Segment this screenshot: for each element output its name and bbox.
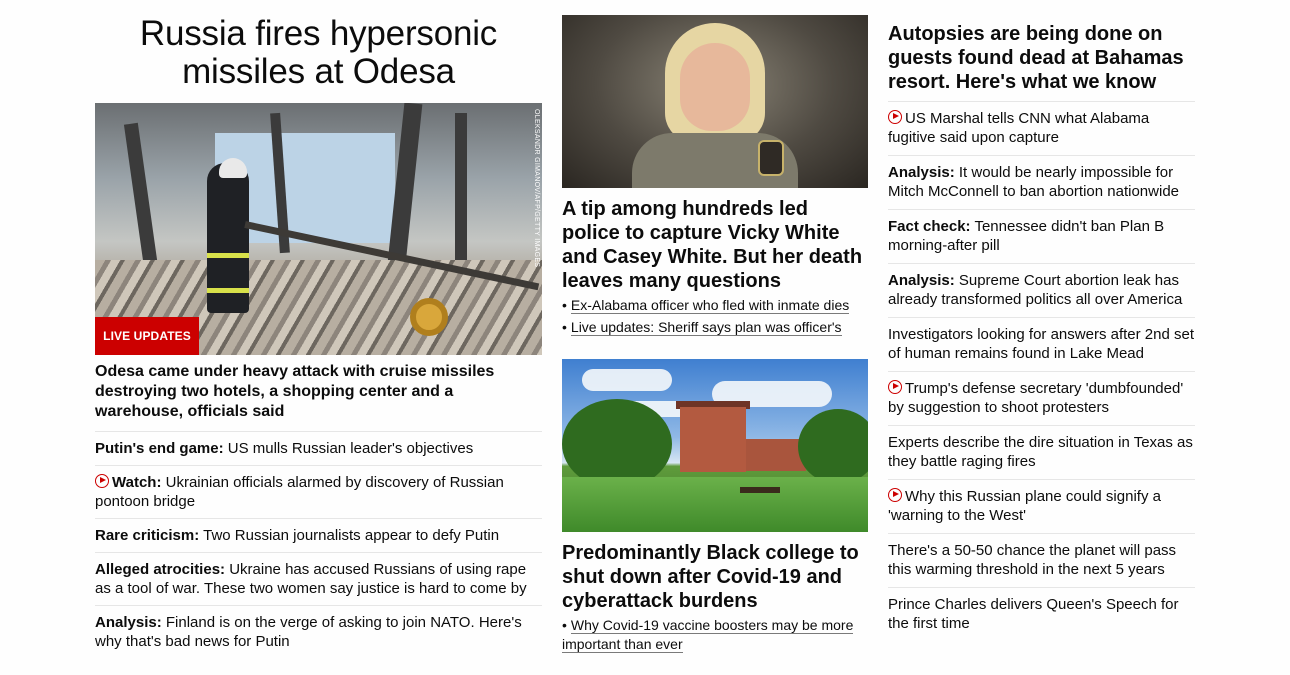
story-prefix: Watch: (112, 474, 162, 491)
headline-vicky-white[interactable]: A tip among hundreds led police to captu… (562, 197, 868, 293)
image-credit: OLEKSANDR GIMANOV/AFP/GETTY IMAGES (533, 109, 540, 268)
image-helmet (219, 158, 247, 178)
image-badge-patch (758, 140, 784, 176)
story-item[interactable]: Putin's end game: US mulls Russian leade… (95, 432, 542, 466)
headline-bahamas-autopsies[interactable]: Autopsies are being done on guests found… (888, 22, 1195, 102)
related-stories-list: Putin's end game: US mulls Russian leade… (95, 432, 542, 658)
image-beam (455, 113, 467, 283)
story-text[interactable]: There's a 50-50 chance the planet will p… (888, 542, 1176, 578)
story-prefix: Putin's end game: (95, 440, 224, 457)
story-item[interactable]: Prince Charles delivers Queen's Speech f… (888, 588, 1195, 641)
lead-summary-link[interactable]: Odesa came under heavy attack with cruis… (95, 362, 542, 432)
right-column: Autopsies are being done on guests found… (888, 0, 1195, 641)
story-item[interactable]: Analysis: It would be nearly impossible … (888, 156, 1195, 210)
image-building-wing (746, 439, 806, 471)
story-item[interactable]: US Marshal tells CNN what Alabama fugiti… (888, 102, 1195, 156)
story-item[interactable]: Alleged atrocities: Ukraine has accused … (95, 553, 542, 606)
image-reflective-stripe (207, 288, 249, 293)
story-item[interactable]: Experts describe the dire situation in T… (888, 426, 1195, 480)
story-item[interactable]: Rare criticism: Two Russian journalists … (95, 519, 542, 553)
bullet-link-text[interactable]: Why Covid-19 vaccine boosters may be mor… (562, 617, 854, 653)
story-item[interactable]: Trump's defense secretary 'dumbfounded' … (888, 372, 1195, 426)
college-photo[interactable] (562, 359, 868, 532)
play-circle-icon (888, 380, 902, 394)
story-text[interactable]: Why this Russian plane could signify a '… (888, 488, 1161, 524)
bullet-link-text[interactable]: Ex-Alabama officer who fled with inmate … (570, 297, 850, 314)
story-item[interactable]: Investigators looking for answers after … (888, 318, 1195, 372)
story-item[interactable]: Watch: Ukrainian officials alarmed by di… (95, 466, 542, 519)
bullet-link-text[interactable]: Live updates: Sheriff says plan was offi… (570, 319, 842, 336)
story-prefix: Alleged atrocities: (95, 561, 226, 578)
middle-column: A tip among hundreds led police to captu… (562, 0, 868, 654)
story-prefix: Analysis: (95, 614, 162, 631)
story-text[interactable]: US mulls Russian leader's objectives (224, 440, 473, 457)
story-item[interactable]: Why this Russian plane could signify a '… (888, 480, 1195, 534)
image-reflective-stripe (207, 253, 249, 258)
image-bench (740, 487, 780, 493)
image-building (680, 407, 746, 472)
headline-odesa[interactable]: Russia fires hypersonic missiles at Odes… (95, 15, 542, 91)
story-text[interactable]: Experts describe the dire situation in T… (888, 434, 1193, 470)
story-item[interactable]: There's a 50-50 chance the planet will p… (888, 534, 1195, 588)
story-item[interactable]: Fact check: Tennessee didn't ban Plan B … (888, 210, 1195, 264)
image-tree (798, 409, 868, 484)
story-prefix: Analysis: (888, 272, 955, 289)
story-item[interactable]: Analysis: Finland is on the verge of ask… (95, 606, 542, 658)
bullet-dot: • (562, 319, 567, 335)
image-tree (562, 399, 672, 489)
story-item[interactable]: Analysis: Supreme Court abortion leak ha… (888, 264, 1195, 318)
live-updates-badge[interactable]: LIVE UPDATES (95, 317, 199, 355)
headline-black-college[interactable]: Predominantly Black college to shut down… (562, 541, 868, 613)
image-lawn (562, 477, 868, 532)
play-circle-icon (888, 488, 902, 502)
story-text[interactable]: US Marshal tells CNN what Alabama fugiti… (888, 110, 1149, 146)
play-circle-icon (95, 474, 109, 488)
bullet-link[interactable]: • Live updates: Sheriff says plan was off… (562, 318, 868, 337)
lead-column: Russia fires hypersonic missiles at Odes… (95, 0, 542, 658)
bullet-link[interactable]: • Ex-Alabama officer who fled with inmate… (562, 296, 868, 315)
play-circle-icon (888, 110, 902, 124)
image-hose-reel (410, 298, 448, 336)
story-prefix: Rare criticism: (95, 527, 200, 544)
bullet-dot: • (562, 617, 567, 633)
image-cloud (582, 369, 672, 391)
story-text[interactable]: Two Russian journalists appear to defy P… (199, 527, 499, 544)
hero-image-odesa[interactable]: OLEKSANDR GIMANOV/AFP/GETTY IMAGES LIVE … (95, 103, 542, 355)
story-text[interactable]: Trump's defense secretary 'dumbfounded' … (888, 380, 1183, 416)
image-face (680, 43, 750, 131)
story-text[interactable]: Prince Charles delivers Queen's Speech f… (888, 596, 1179, 632)
officer-photo[interactable] (562, 15, 868, 188)
story-prefix: Analysis: (888, 164, 955, 181)
story-prefix: Fact check: (888, 218, 971, 235)
story-text[interactable]: Investigators looking for answers after … (888, 326, 1194, 362)
headline-list: US Marshal tells CNN what Alabama fugiti… (888, 102, 1195, 641)
bullet-link[interactable]: • Why Covid-19 vaccine boosters may be mo… (562, 616, 868, 654)
bullet-dot: • (562, 297, 567, 313)
